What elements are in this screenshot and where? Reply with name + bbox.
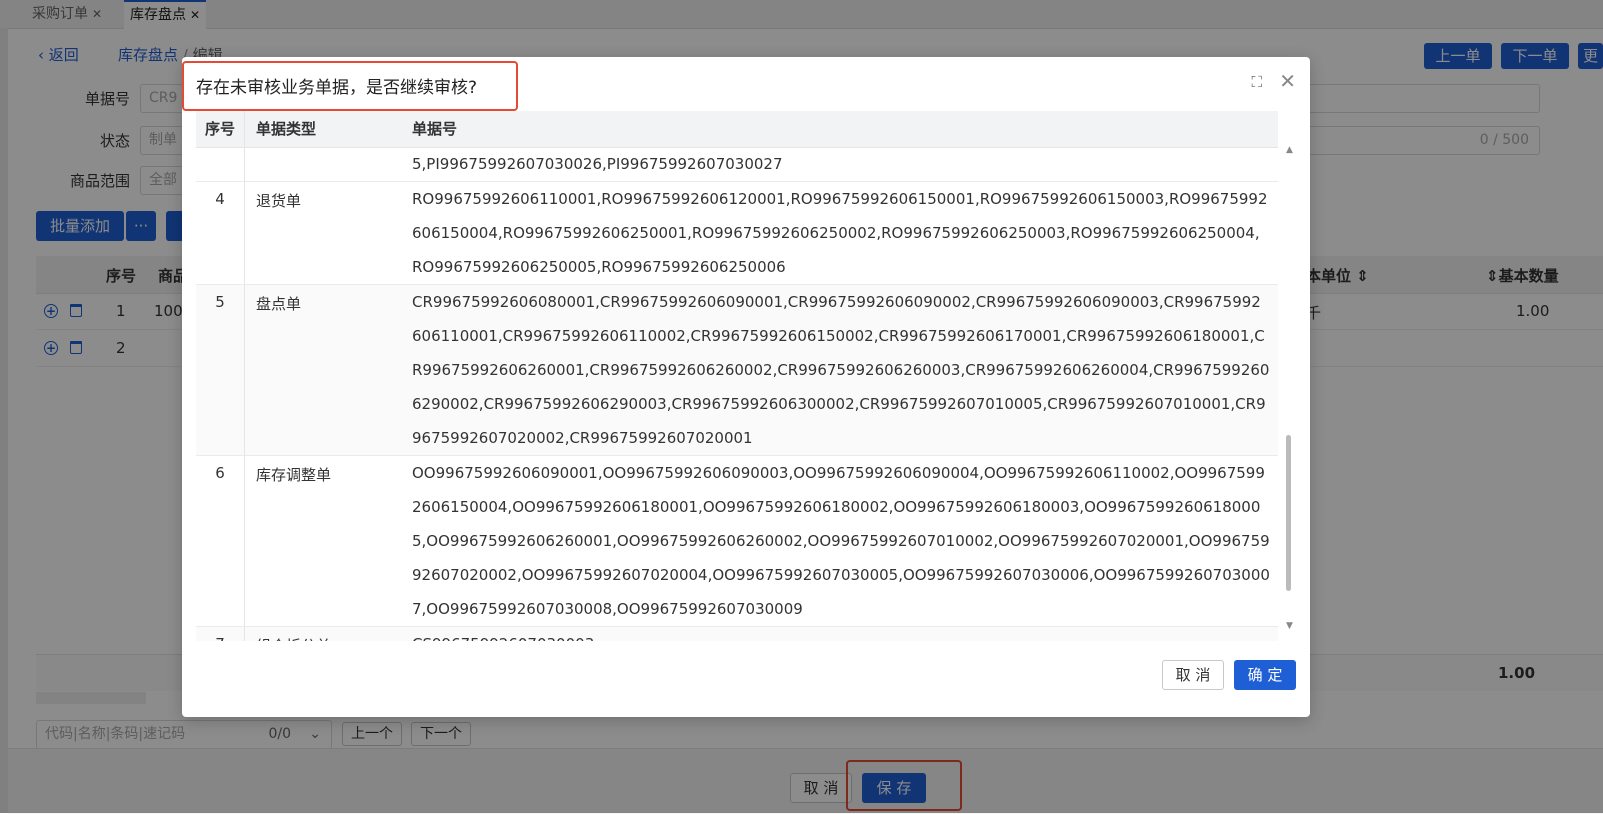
dialog-cancel-button[interactable]: 取 消 — [1162, 660, 1224, 690]
table-row: 7 组合拆分单 CS99675992607030003 — [196, 627, 1278, 641]
table-row: 6 库存调整单 OO99675992606090001,OO9967599260… — [196, 456, 1278, 627]
col-no: 序号 — [204, 120, 235, 138]
confirm-dialog: 存在未审核业务单据，是否继续审核? ⛶ ✕ 序号 单据类型 单据号 5,PI99… — [182, 57, 1310, 717]
col-type: 单据类型 — [256, 120, 317, 138]
table-row: 5 盘点单 CR99675992606080001,CR996759926060… — [196, 285, 1278, 456]
table-header — [196, 111, 1278, 148]
table-row: 5,PI99675992607030026,PI9967599260703002… — [196, 147, 1278, 182]
column-divider — [244, 111, 245, 641]
col-code: 单据号 — [412, 120, 458, 138]
scroll-down-icon[interactable]: ▼ — [1286, 621, 1293, 631]
table-row: 4 退货单 RO99675992606110001,RO996759926061… — [196, 182, 1278, 285]
close-icon[interactable]: ✕ — [1279, 69, 1296, 93]
fullscreen-icon[interactable]: ⛶ — [1251, 73, 1262, 91]
dialog-scrollbar[interactable]: ▲ ▼ — [1284, 145, 1294, 641]
scroll-thumb[interactable] — [1286, 435, 1291, 591]
pending-docs-table: 序号 单据类型 单据号 5,PI99675992607030026,PI9967… — [196, 111, 1278, 641]
scroll-up-icon[interactable]: ▲ — [1286, 145, 1293, 155]
highlight-box-title — [182, 61, 518, 111]
dialog-ok-button[interactable]: 确 定 — [1234, 660, 1296, 690]
